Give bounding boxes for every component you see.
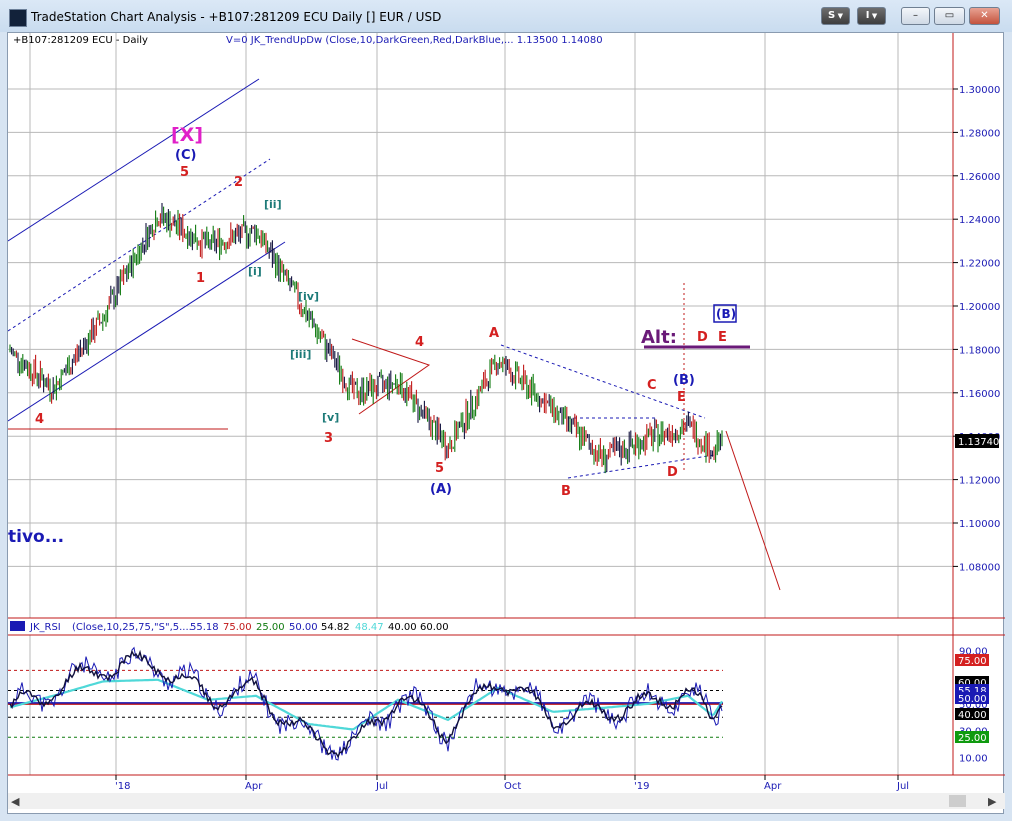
last-price-label: 1.13740 xyxy=(958,437,999,448)
maximize-button[interactable]: ▭ xyxy=(934,7,965,25)
price-tick-label: 1.24000 xyxy=(959,215,1000,226)
time-tick-label: '19 xyxy=(634,781,649,792)
wave-label-3: 3 xyxy=(324,431,333,446)
rsi-indicator-icon xyxy=(10,621,25,631)
rsi-value-badge-label: 50.00 xyxy=(958,694,987,705)
wave-label-5-top: 5 xyxy=(180,165,189,180)
chart-canvas: +B107:281209 ECU - Daily V=0 JK_TrendUpD… xyxy=(8,33,1005,809)
indicator-label: V=0 JK_TrendUpDw (Close,10,DarkGreen,Red… xyxy=(226,35,603,46)
s-menu-button[interactable]: S ▼ xyxy=(821,7,850,25)
wave-label-alt: Alt: xyxy=(641,327,677,348)
wave-labels: [X] (C) 5 2 1 [ii] [i] [iv] [iii] [v] 3 … xyxy=(8,124,737,547)
price-tick-label: 1.12000 xyxy=(959,476,1000,487)
rsi-value-4: 50.00 xyxy=(289,622,318,633)
wave-label-c-paren: (C) xyxy=(175,148,196,163)
rsi-value-6: 48.47 xyxy=(355,622,384,633)
window-title: TradeStation Chart Analysis - +B107:2812… xyxy=(31,10,442,24)
time-tick-label: Jul xyxy=(896,781,909,792)
rsi-name: JK_RSI xyxy=(29,622,61,633)
wave-label-d-alt: D xyxy=(697,330,708,345)
scroll-right-icon[interactable]: ▶ xyxy=(988,795,997,808)
wave-label-b-paren-blue: (B) xyxy=(673,373,695,388)
price-tick-label: 1.18000 xyxy=(959,345,1000,356)
wave-label-b-paren-boxed: (B) xyxy=(716,307,736,321)
time-tick-label: '18 xyxy=(115,781,130,792)
wave-label-1: 1 xyxy=(196,271,205,286)
scroll-left-icon[interactable]: ◀ xyxy=(11,795,20,808)
time-tick-label: Jul xyxy=(375,781,388,792)
rsi-value-8: 60.00 xyxy=(420,622,449,633)
scrollbar-thumb[interactable] xyxy=(949,795,966,807)
chevron-down-icon: ▼ xyxy=(869,12,878,20)
rsi-params: (Close,10,25,75,"S",5.... xyxy=(72,622,192,633)
minimize-icon: – xyxy=(913,10,918,21)
wave-label-c: C xyxy=(647,378,657,393)
wave-label-a: A xyxy=(489,326,499,341)
rsi-value-7: 40.00 xyxy=(388,622,417,633)
wave-label-a-paren: (A) xyxy=(430,482,452,497)
wave-label-4-mid: 4 xyxy=(415,335,424,350)
rsi-value-badge-label: 25.00 xyxy=(958,733,987,744)
price-tick-label: 1.16000 xyxy=(959,389,1000,400)
price-tick-label: 1.08000 xyxy=(959,562,1000,573)
i-menu-button[interactable]: I ▼ xyxy=(857,7,886,25)
wave-label-iv: [iv] xyxy=(298,290,319,303)
rsi-header: JK_RSI (Close,10,25,75,"S",5.... 55.18 7… xyxy=(29,622,449,633)
wave-label-5-mid: 5 xyxy=(435,461,444,476)
price-axis: 1.30000 1.28000 1.26000 1.24000 1.22000 1.200… xyxy=(953,85,1000,573)
rsi-value-badge-label: 40.00 xyxy=(958,710,987,721)
close-icon: ✕ xyxy=(980,10,989,21)
rsi-value-1: 55.18 xyxy=(190,622,219,633)
wave-label-2: 2 xyxy=(234,175,243,190)
title-bar: TradeStation Chart Analysis - +B107:2812… xyxy=(0,0,1012,32)
price-tick-label: 1.22000 xyxy=(959,259,1000,270)
time-tick-label: Apr xyxy=(245,781,263,792)
symbol-label: +B107:281209 ECU - Daily xyxy=(13,35,148,46)
time-tick-label: Apr xyxy=(764,781,782,792)
price-tick-label: 1.30000 xyxy=(959,85,1000,96)
wave-label-v: [v] xyxy=(322,411,339,424)
price-grid xyxy=(8,33,953,618)
price-tick-label: 1.28000 xyxy=(959,128,1000,139)
close-button[interactable]: ✕ xyxy=(969,7,1000,25)
time-axis: '18 Apr Jul Oct '19 Apr Jul xyxy=(115,775,909,792)
wave-label-b: B xyxy=(561,484,571,499)
maximize-icon: ▭ xyxy=(944,10,955,21)
tradestation-app-icon xyxy=(9,9,27,27)
time-tick-label: Oct xyxy=(504,781,521,792)
minimize-button[interactable]: – xyxy=(901,7,930,25)
price-tick-label: 1.20000 xyxy=(959,302,1000,313)
chart-window: +B107:281209 ECU - Daily V=0 JK_TrendUpD… xyxy=(7,32,1005,814)
price-bars xyxy=(9,202,723,474)
wave-label-e-low: E xyxy=(677,390,686,405)
price-tick-label: 1.26000 xyxy=(959,172,1000,183)
horizontal-scrollbar[interactable] xyxy=(8,793,1005,809)
side-text: tivo... xyxy=(8,527,64,547)
rsi-value-3: 25.00 xyxy=(256,622,285,633)
rsi-tick-label: 10.00 xyxy=(959,753,988,764)
rsi-axis: 90.0060.0050.0030.0010.0075.0060.0055.18… xyxy=(955,646,989,764)
rsi-value-5: 54.82 xyxy=(321,622,350,633)
rsi-value-badge-label: 75.00 xyxy=(958,656,987,667)
wave-label-i: [i] xyxy=(248,265,262,278)
wave-label-d-low: D xyxy=(667,465,678,480)
wave-label-ii: [ii] xyxy=(264,198,282,211)
wave-label-x: [X] xyxy=(171,124,203,146)
wave-label-iii: [iii] xyxy=(290,348,311,361)
wave-label-e-alt: E xyxy=(718,330,727,345)
price-tick-label: 1.10000 xyxy=(959,519,1000,530)
wave-label-4-left: 4 xyxy=(35,412,44,427)
chevron-down-icon: ▼ xyxy=(835,12,844,20)
rsi-value-2: 75.00 xyxy=(223,622,252,633)
